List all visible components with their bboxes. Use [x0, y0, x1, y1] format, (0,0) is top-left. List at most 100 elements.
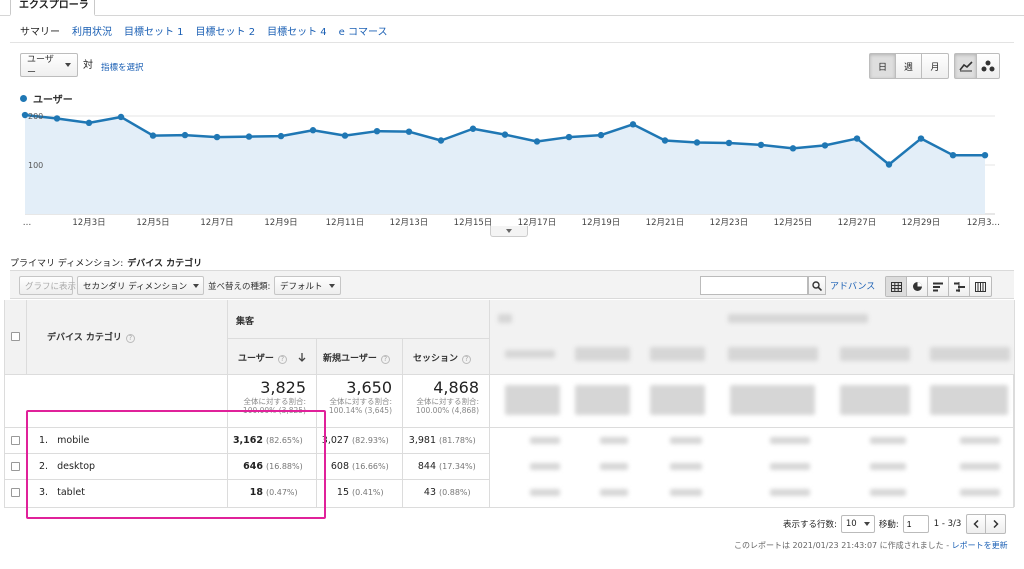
- data-point: [693, 139, 701, 146]
- x-tick-label: 12月13日: [390, 218, 429, 228]
- dimension-header[interactable]: デバイス カテゴリ?: [27, 300, 228, 375]
- help-icon[interactable]: ?: [277, 355, 287, 364]
- x-tick-label: …: [23, 218, 32, 228]
- x-tick-label: 12月5日: [136, 218, 169, 228]
- row-checkbox[interactable]: [11, 488, 20, 497]
- comparison-view-button[interactable]: [949, 277, 970, 296]
- new-users-pct: (82.93%): [352, 436, 389, 445]
- comparison-icon: [953, 281, 965, 292]
- grid-icon: [890, 281, 902, 292]
- next-page-button[interactable]: [986, 515, 1005, 533]
- users-line-chart: 200 100 … 12月3日 12月5日 12月7日 12月9日 12月11日 12月13日 1…: [21, 111, 1000, 228]
- blurred-text: [960, 437, 1000, 444]
- sessions-value: 43: [423, 487, 436, 498]
- performance-view-button[interactable]: [928, 277, 949, 296]
- chevron-right-icon: [993, 520, 999, 528]
- blurred-text: [530, 489, 560, 496]
- blurred-text: [575, 385, 630, 415]
- help-icon[interactable]: ?: [380, 355, 390, 364]
- chevron-down-icon: [328, 283, 335, 288]
- subtab-usage[interactable]: 利用状況: [72, 23, 112, 38]
- data-point: [533, 138, 541, 145]
- x-tick-label: 12月25日: [774, 218, 813, 228]
- x-tick-label: 12月19日: [582, 218, 621, 228]
- chart-type-button-group: [954, 53, 1000, 79]
- sessions-pct: (81.78%): [439, 436, 476, 445]
- blurred-text: [960, 463, 1000, 470]
- highlight-box: [26, 410, 326, 519]
- x-tick-label: 12月9日: [264, 218, 297, 228]
- pie-view-button[interactable]: [907, 277, 928, 296]
- pivot-view-button[interactable]: [970, 277, 991, 296]
- primary-dimension-label: プライマリ ディメンション:: [10, 259, 124, 269]
- new-users-total-sub2: 100.14% (3,645): [328, 406, 392, 415]
- help-icon[interactable]: ?: [125, 334, 135, 343]
- rows-per-page-select[interactable]: 10: [840, 515, 875, 533]
- rows-per-page-label: 表示する行数:: [783, 520, 837, 530]
- advanced-filter-link[interactable]: アドバンス: [830, 279, 875, 292]
- blurred-text: [770, 437, 810, 444]
- blurred-text: [575, 347, 630, 361]
- sessions-total: 4,868: [433, 378, 479, 397]
- data-point: [757, 141, 765, 149]
- goto-page-input[interactable]: [902, 515, 929, 533]
- sort-type-label: 並べ替えの種類:: [208, 282, 271, 292]
- motion-chart-button[interactable]: [977, 54, 999, 78]
- secondary-dimension-dropdown[interactable]: セカンダリ ディメンション: [77, 276, 204, 295]
- report-footer: このレポートは 2021/01/23 21:43:07 に作成されました - レ…: [734, 540, 1008, 551]
- x-tick-label: 12月21日: [646, 218, 685, 228]
- table-view-button[interactable]: [886, 277, 907, 296]
- primary-dimension-value[interactable]: デバイス カテゴリ: [127, 259, 202, 269]
- help-icon[interactable]: ?: [462, 355, 472, 364]
- blurred-text: [930, 347, 1010, 361]
- blurred-text: [870, 437, 906, 444]
- explorer-tab[interactable]: エクスプローラ: [10, 0, 95, 16]
- subtab-goal-set-2[interactable]: 目標セット 2: [196, 23, 256, 38]
- new-users-value: 608: [330, 461, 349, 472]
- search-button[interactable]: [808, 276, 826, 295]
- subtab-goal-set-1[interactable]: 目標セット 1: [124, 23, 184, 38]
- line-chart-button[interactable]: [955, 54, 977, 78]
- x-tick-label: 12月29日: [902, 218, 941, 228]
- subtab-ecommerce[interactable]: e コマース: [339, 23, 388, 38]
- bar-list-icon: [932, 282, 943, 291]
- row-checkbox[interactable]: [11, 462, 20, 471]
- select-all-checkbox[interactable]: [11, 332, 20, 341]
- users-column-header[interactable]: ユーザー?: [228, 339, 317, 375]
- period-week-button[interactable]: 週: [896, 54, 922, 78]
- new-users-value: 15: [336, 487, 349, 498]
- sessions-value: 844: [417, 461, 436, 472]
- blurred-text: [728, 314, 868, 323]
- select-metric-link[interactable]: 指標を選択: [101, 61, 144, 73]
- blurred-text: [600, 489, 628, 496]
- plot-rows-button[interactable]: グラフに表示: [19, 276, 76, 295]
- metric-dropdown[interactable]: ユーザー: [20, 53, 78, 78]
- table-search-input[interactable]: [700, 276, 808, 295]
- period-button-group: 日 週 月: [869, 53, 949, 79]
- sessions-column-header[interactable]: セッション?: [403, 339, 490, 375]
- new-users-column-header[interactable]: 新規ユーザー?: [317, 339, 403, 375]
- row-checkbox[interactable]: [11, 436, 20, 445]
- acquisition-group-header: 集客: [228, 300, 490, 339]
- search-icon: [812, 280, 822, 291]
- period-day-button[interactable]: 日: [870, 54, 896, 78]
- page-nav: [966, 514, 1007, 534]
- metric-dropdown-value: ユーザー: [27, 55, 54, 78]
- chart-collapse-handle[interactable]: [490, 226, 528, 237]
- data-point: [213, 133, 221, 141]
- series-area: [25, 115, 985, 214]
- new-users-column-label: 新規ユーザー: [323, 354, 377, 364]
- prev-page-button[interactable]: [967, 515, 987, 533]
- data-point: [853, 135, 861, 142]
- data-point: [821, 142, 829, 149]
- sort-type-dropdown[interactable]: デフォルト: [274, 276, 341, 295]
- data-point: [981, 152, 989, 159]
- blurred-text: [600, 437, 628, 444]
- x-tick-label: 12月27日: [838, 218, 877, 228]
- subtab-summary[interactable]: サマリー: [20, 23, 60, 38]
- period-month-button[interactable]: 月: [922, 54, 948, 78]
- subtab-goal-set-4[interactable]: 目標セット 4: [267, 23, 327, 38]
- blurred-text: [870, 463, 906, 470]
- refresh-report-link[interactable]: レポートを更新: [952, 541, 1008, 550]
- data-point: [725, 139, 733, 147]
